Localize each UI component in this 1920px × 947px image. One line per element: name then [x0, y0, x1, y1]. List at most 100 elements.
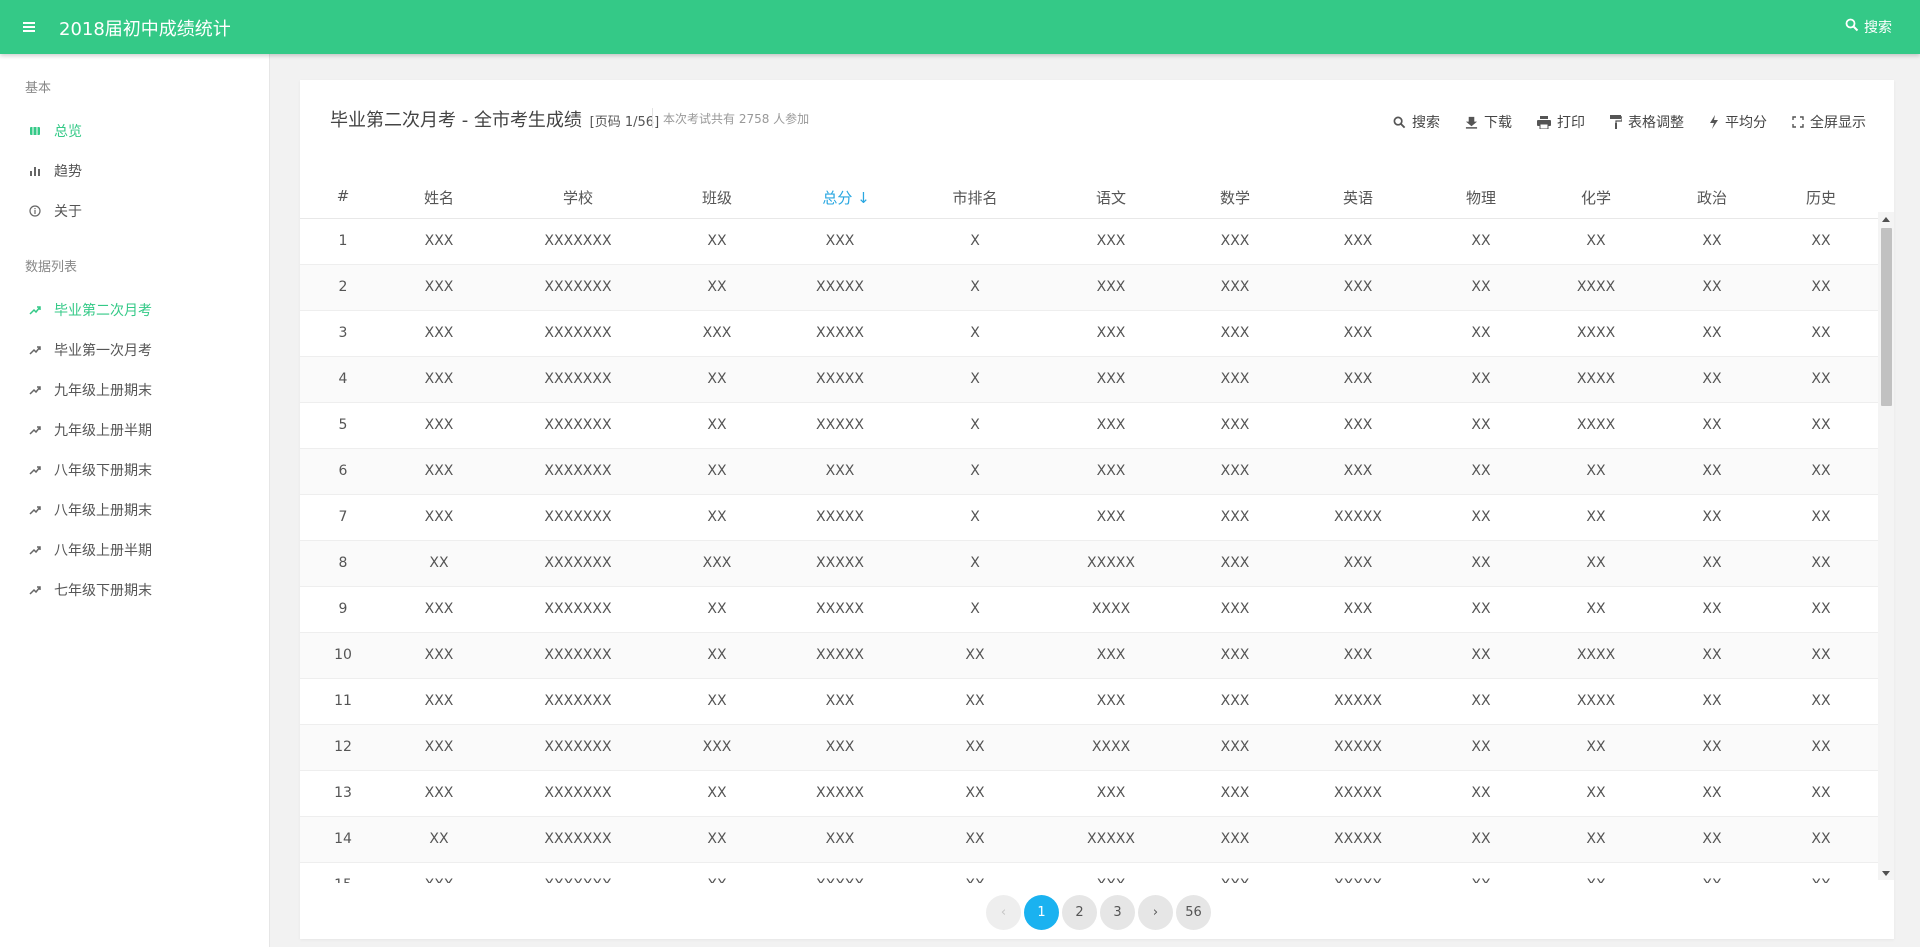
- table-cell: XXXXXXX: [544, 325, 612, 341]
- bar-chart-icon: [29, 165, 41, 177]
- column-header-city-rank[interactable]: 市排名: [952, 187, 997, 208]
- column-header-index[interactable]: #: [337, 187, 350, 205]
- table-cell: XXXXX: [816, 279, 864, 295]
- table-cell: XX: [965, 647, 985, 663]
- column-header-history[interactable]: 历史: [1806, 187, 1836, 208]
- table-cell: XXXXX: [1087, 555, 1135, 571]
- column-header-chinese[interactable]: 语文: [1096, 187, 1126, 208]
- sidebar-item-g8-first-final[interactable]: 八年级上册期末: [0, 494, 270, 526]
- table-cell: XXXXXXX: [544, 279, 612, 295]
- column-header-school[interactable]: 学校: [563, 187, 593, 208]
- column-header-chemistry[interactable]: 化学: [1581, 187, 1611, 208]
- table-cell: XXX: [1343, 463, 1373, 479]
- toolbar-fullscreen-button[interactable]: 全屏显示: [1792, 112, 1866, 132]
- table-cell: XXXXX: [1334, 509, 1382, 525]
- sidebar-item-g8-second-final[interactable]: 八年级下册期末: [0, 454, 270, 486]
- results-card: 毕业第二次月考 - 全市考生成绩 [页码 1/56] 本次考试共有 2758 人…: [300, 80, 1894, 939]
- table-row[interactable]: 10 XXX XXXXXXX XX XXXXX XX XXX XXX XXX XX XXXX XX XX: [300, 633, 1878, 679]
- table-row[interactable]: 12 XXX XXXXXXX XXX XXX XX XXXX XXX XXXXX XX XX XX XX: [300, 725, 1878, 771]
- table-cell: XXXX: [1576, 693, 1616, 709]
- column-header-total-label: 总分: [822, 189, 853, 207]
- top-search-button[interactable]: 搜索: [1845, 17, 1892, 37]
- sidebar-item-g9-first-final[interactable]: 九年级上册期末: [0, 374, 270, 406]
- table-cell: XX: [1811, 647, 1831, 663]
- search-icon: [1845, 18, 1859, 36]
- table-cell: XXXX: [1576, 279, 1616, 295]
- sidebar-item-g8-first-midterm[interactable]: 八年级上册半期: [0, 534, 270, 566]
- sidebar-item-about[interactable]: 关于: [0, 195, 270, 227]
- table-cell: XX: [1471, 601, 1491, 617]
- sidebar-section-basic: 基本: [25, 81, 52, 96]
- column-header-name[interactable]: 姓名: [424, 187, 454, 208]
- toolbar-average-button[interactable]: 平均分: [1709, 112, 1767, 132]
- table-cell: XXX: [1096, 279, 1126, 295]
- table-row[interactable]: 15XXXXXXXXXXXXXXXXXXXXXXXXXXXXXXXXXXXXXX: [300, 863, 1878, 883]
- title-divider: [652, 108, 653, 128]
- sidebar-item-label: 毕业第二次月考: [54, 303, 152, 319]
- sidebar-item-trend[interactable]: 趋势: [0, 155, 270, 187]
- table-row[interactable]: 8 XX XXXXXXX XXX XXXXX X XXXXX XXX XXX XX XX XX XX: [300, 541, 1878, 587]
- pagination-last-page[interactable]: 56: [1176, 895, 1211, 930]
- column-header-total-sorted[interactable]: 总分 ↓: [822, 187, 869, 208]
- scroll-up-arrow-icon[interactable]: [1878, 212, 1894, 226]
- table-row[interactable]: 14 XX XXXXXXX XX XXX XX XXXXX XXX XXXXX XX XX XX XX: [300, 817, 1878, 863]
- table-row[interactable]: 13 XXX XXXXXXX XX XXXXX XX XXX XXX XXXXX XX XX XX XX: [300, 771, 1878, 817]
- table-cell: XXX: [1096, 233, 1126, 249]
- scroll-down-arrow-icon[interactable]: [1878, 866, 1894, 880]
- pagination-page-3[interactable]: 3: [1100, 895, 1135, 930]
- table-cell: XXXXXXX: [544, 233, 612, 249]
- column-header-class[interactable]: 班级: [702, 187, 732, 208]
- column-header-math[interactable]: 数学: [1220, 187, 1250, 208]
- table-cell: XXX: [1343, 601, 1373, 617]
- table-row[interactable]: 3 XXX XXXXXXX XXX XXXXX X XXX XXX XXX XX XXXX XX XX: [300, 311, 1878, 357]
- table-row[interactable]: 4 XXX XXXXXXX XX XXXXX X XXX XXX XXX XX XXXX XX XX: [300, 357, 1878, 403]
- table-cell: 12: [334, 739, 352, 755]
- table-cell: XXX: [1096, 463, 1126, 479]
- sidebar-item-overview[interactable]: 总览: [0, 115, 270, 147]
- table-row[interactable]: 5 XXX XXXXXXX XX XXXXX X XXX XXX XXX XX XXXX XX XX: [300, 403, 1878, 449]
- table-row[interactable]: 7 XXX XXXXXXX XX XXXXX X XXX XXX XXXXX XX XX XX XX: [300, 495, 1878, 541]
- table-row[interactable]: 1 XXX XXXXXXX XX XXX X XXX XXX XXX XX XX XX XX: [300, 219, 1878, 265]
- sidebar-item-grad-exam-2[interactable]: 毕业第二次月考: [0, 294, 270, 326]
- table-row[interactable]: 6 XXX XXXXXXX XX XXX X XXX XXX XXX XX XX XX XX: [300, 449, 1878, 495]
- column-header-physics[interactable]: 物理: [1466, 187, 1496, 208]
- sidebar: 基本 总览 趋势 关于 数据列表 毕业第二次月考 毕业第一次月考 九年级上册期末…: [0, 54, 270, 947]
- toolbar-print-button[interactable]: 打印: [1537, 112, 1585, 132]
- sidebar-item-label: 七年级下册期末: [54, 583, 152, 599]
- sidebar-item-g9-first-midterm[interactable]: 九年级上册半期: [0, 414, 270, 446]
- toolbar-download-button[interactable]: 下载: [1465, 112, 1512, 132]
- table-cell: XXXX: [1576, 647, 1616, 663]
- table-cell: XXX: [1220, 233, 1250, 249]
- toolbar-search-button[interactable]: 搜索: [1393, 112, 1440, 132]
- table-cell: XX: [965, 877, 984, 883]
- sidebar-item-label: 八年级下册期末: [54, 463, 152, 479]
- pagination-page-2[interactable]: 2: [1062, 895, 1097, 930]
- table-cell: XXXXX: [816, 509, 864, 525]
- pagination-page-1[interactable]: 1: [1024, 895, 1059, 930]
- pagination-prev-button[interactable]: ‹: [986, 895, 1021, 930]
- table-cell: XX: [429, 555, 449, 571]
- table-cell: XX: [1471, 785, 1491, 801]
- table-cell: 5: [338, 417, 348, 433]
- table-cell: XX: [1811, 831, 1831, 847]
- toolbar-adjust-table-button[interactable]: 表格调整: [1610, 112, 1684, 132]
- table-cell: XXX: [1220, 601, 1250, 617]
- table-row[interactable]: 2 XXX XXXXXXX XX XXXXX X XXX XXX XXX XX XXXX XX XX: [300, 265, 1878, 311]
- sidebar-item-grad-exam-1[interactable]: 毕业第一次月考: [0, 334, 270, 366]
- column-header-english[interactable]: 英语: [1343, 187, 1373, 208]
- table-cell: XXX: [1220, 509, 1250, 525]
- trend-icon: [29, 544, 41, 556]
- column-header-politics[interactable]: 政治: [1697, 187, 1727, 208]
- scroll-thumb[interactable]: [1881, 228, 1892, 406]
- sidebar-item-label: 八年级上册期末: [54, 503, 152, 519]
- sidebar-item-g7-second-final[interactable]: 七年级下册期末: [0, 574, 270, 606]
- table-cell: XXX: [825, 831, 855, 847]
- table-row[interactable]: 9 XXX XXXXXXX XX XXXXX X XXXX XXX XXX XX XX XX XX: [300, 587, 1878, 633]
- table-cell: XXXXX: [1087, 831, 1135, 847]
- pagination-next-button[interactable]: ›: [1138, 895, 1173, 930]
- table-cell: XXX: [1220, 371, 1250, 387]
- table-cell: 2: [338, 279, 348, 295]
- menu-icon[interactable]: [20, 16, 42, 38]
- table-scrollbar[interactable]: [1878, 212, 1894, 880]
- table-row[interactable]: 11 XXX XXXXXXX XX XXX XX XXX XXX XXXXX XX XXXX XX XX: [300, 679, 1878, 725]
